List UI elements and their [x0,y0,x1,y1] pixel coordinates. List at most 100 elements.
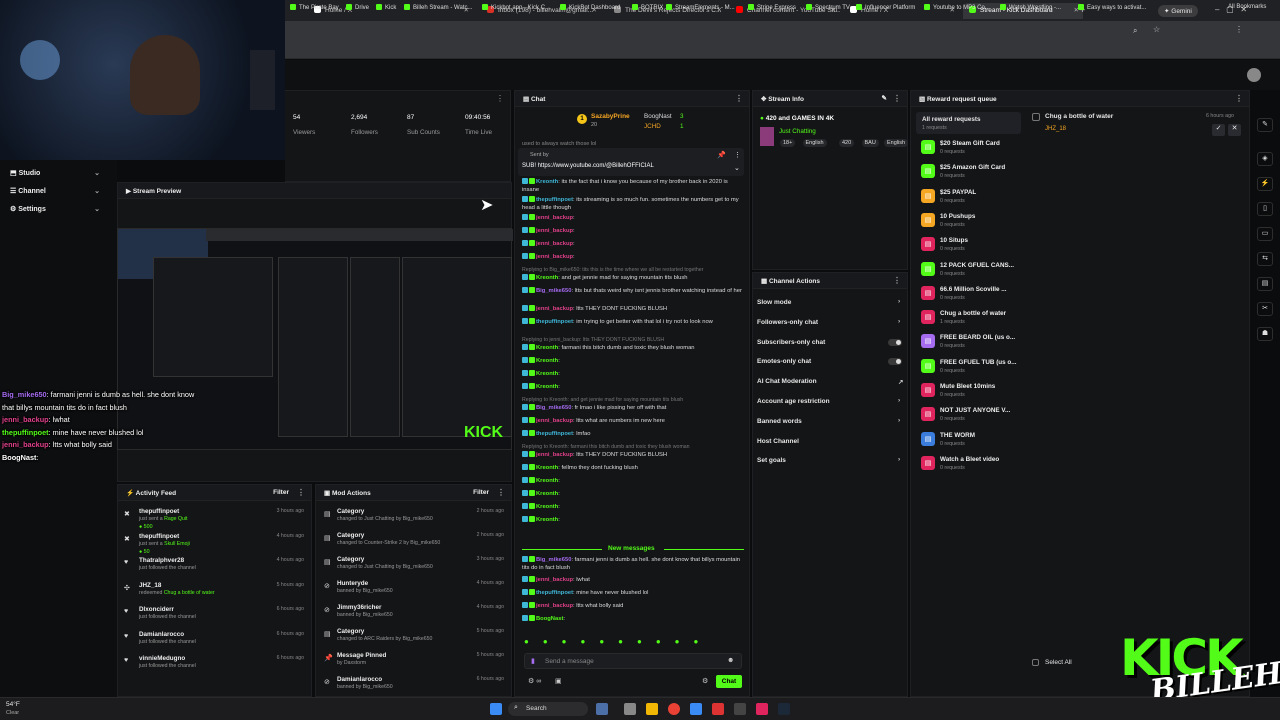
mod-action-item[interactable]: ⊘ Hunteryde banned by Big_mike650 4 hours a… [320,580,510,602]
channel-action-set-goals[interactable]: Set goals › [757,456,905,464]
activity-item[interactable]: ✣ JHZ_18 redeemed Chug a bottle of water 5 … [120,582,310,604]
sidebar-item-channel[interactable]: ☰ Channel ⌄ [10,187,110,195]
request-checkbox[interactable] [1032,113,1040,121]
chat-message[interactable]: Replying to jenni_backup: ltts THEY DONT… [522,336,744,352]
chat-message[interactable]: thepuffinpoet: its streaming is so much … [522,196,744,212]
channel-action-ai-chat-moderation[interactable]: AI Chat Moderation ↗ [757,378,905,386]
more-icon[interactable]: ⋮ [735,94,743,103]
mod-action-item[interactable]: ▤ Category changed to Just Chatting by Big… [320,508,510,530]
mod-action-item[interactable]: ▤ Category changed to Counter-Strike 2 by … [320,532,510,554]
stream-tag[interactable]: English [884,139,909,147]
bookmark-item[interactable]: Influencer Platform [856,4,915,11]
start-icon[interactable] [490,703,502,715]
chat-message[interactable]: jenni_backup: ltts what are numbers im n… [522,417,744,425]
mic-icon[interactable]: ▮ [531,657,535,665]
terminal-icon[interactable] [734,703,746,715]
bookmark-item[interactable]: BOTRIX [632,4,663,11]
bookmark-item[interactable]: StreamElements - M... [666,4,735,11]
chat-settings-icon[interactable]: ⚙ [702,677,708,685]
mod-action-item[interactable]: ▤ Category changed to Just Chatting by Big… [320,556,510,578]
activity-item[interactable]: ♥ Damianlarocco just followed the channel … [120,631,310,653]
menu-icon[interactable]: ⋮ [1235,25,1243,34]
bookmark-item[interactable]: Youtube to MP3 Co... [924,4,990,11]
reward-item[interactable]: ▤ Watch a Bleet video 0 requests [921,455,1021,476]
link-icon[interactable]: ⇆ [1257,252,1273,266]
toggle-switch[interactable] [888,338,902,346]
bookmark-item[interactable]: Easy ways to activat... [1078,4,1146,11]
chat-message[interactable]: Kreonth: its the fact that i know you be… [522,178,744,194]
taskbar-search[interactable]: ⌕ Search [508,702,588,716]
pinned-message[interactable]: Sent by SUB! https://www.youtube.com/@Bi… [518,148,744,176]
clip-icon[interactable]: ▯ [1257,202,1273,216]
chat-message[interactable]: Kreonth: [522,477,744,485]
chat-message[interactable]: jenni_backup: [522,253,744,261]
app-icon[interactable] [690,703,702,715]
chat-message[interactable]: thepuffinpoet: im trying to get better w… [522,318,744,326]
all-rewards-filter[interactable]: All reward requests 1 requests [916,112,1021,134]
mod-action-item[interactable]: ▤ Category changed to ARC Raiders by Big_m… [320,628,510,650]
gemini-button[interactable]: ✦ Gemini [1158,5,1198,17]
bookmark-item[interactable]: Stripe Express [748,4,796,11]
chat-icon[interactable]: ▭ [1257,227,1273,241]
approve-icon[interactable]: ✓ [1212,124,1225,136]
chat-message[interactable]: Kreonth: [522,370,744,378]
reward-item[interactable]: ▤ $25 PAYPAL 0 requests [921,188,1021,209]
chat-message[interactable]: jenni_backup: ltts THEY DONT FUCKING BLU… [522,305,744,313]
chat-input[interactable]: ▮ Send a message ☻ [524,653,742,669]
channel-action-banned-words[interactable]: Banned words › [757,417,905,425]
activity-item[interactable]: ✖ thepuffinpoet just sent a Rage Quit ● 500… [120,508,310,530]
bolt-icon[interactable]: ⚡ [1257,177,1273,191]
more-icon[interactable]: ⋮ [893,276,901,285]
reward-item[interactable]: ▤ 66.6 Million Scoville ... 0 requests [921,285,1021,306]
widgets-icon[interactable] [596,703,608,715]
chat-message[interactable]: Kreonth: fellmo they dont fucking blush [522,464,744,472]
reward-item[interactable]: ▤ NOT JUST ANYONE V... 0 requests [921,407,1021,427]
mod-icon[interactable]: ◈ [1257,152,1273,166]
activity-item[interactable]: ♥ Dlxonciderr just followed the channel 6 … [120,606,310,628]
chat-message[interactable]: Kreonth: [522,516,744,524]
steam-icon[interactable] [778,703,790,715]
weather-temp[interactable]: 54°F [6,701,20,708]
search-icon[interactable]: ⌕ [1133,26,1137,36]
chat-message[interactable]: Kreonth: [522,490,744,498]
channel-action-slow-mode[interactable]: Slow mode › [757,298,905,306]
app-icon-3[interactable] [756,703,768,715]
reject-icon[interactable]: ✕ [1228,124,1241,136]
reward-item[interactable]: ▤ 10 Situps 0 requests [921,237,1021,257]
explorer-icon[interactable] [646,703,658,715]
pending-request[interactable]: Chug a bottle of water JHZ_18 6 hours ag… [1024,108,1250,140]
stream-tag[interactable]: English [802,139,827,147]
bookmark-item[interactable]: Billeh Stream - Watc... [404,4,472,11]
activity-item[interactable]: ✖ thepuffinpoet just sent a Skull Emoji ● 5… [120,533,310,555]
chat-message[interactable]: thepuffinpoet: mine have never blushed l… [522,589,744,597]
stream-preview-video[interactable]: KICK [117,228,513,450]
reward-item[interactable]: ▤ FREE GFUEL TUB (us o... 0 requests [921,358,1021,379]
chat-message[interactable]: Kreonth: [522,503,744,511]
reward-item[interactable]: ▤ FREE BEARD OIL (us o... 0 requests [921,334,1021,354]
star-icon[interactable]: ☆ [1153,25,1160,34]
bookmark-item[interactable]: Watch Wrestling -... [1000,4,1061,11]
chat-message[interactable]: jenni_backup: ltts what bolly said [522,602,744,610]
emoji-icon[interactable]: ☻ [727,657,734,664]
chat-message[interactable]: jenni_backup: [522,214,744,222]
chat-send-button[interactable]: Chat [716,675,742,688]
reward-item[interactable]: ▤ THE WORM 0 requests [921,431,1021,452]
chevron-down-icon[interactable]: ⌄ [734,164,740,172]
stream-category[interactable]: Just Chatting [779,128,816,135]
reward-item[interactable]: ▤ Mute Bleet 10mins 0 requests [921,383,1021,403]
more-icon[interactable]: ⋮ [893,94,901,103]
channel-action-subscribers-only-chat[interactable]: Subscribers-only chat [757,338,905,346]
chat-message[interactable]: thepuffinpoet: lmfao [522,430,744,438]
bookmark-item[interactable]: Spectrum TV [806,4,850,11]
sidebar-item-studio[interactable]: ⬒ Studio ⌄ [10,169,110,177]
mod-filter-button[interactable]: Filter [473,489,489,496]
stream-tag[interactable]: 420 [839,139,855,147]
app-icon-2[interactable] [712,703,724,715]
activity-item[interactable]: ♥ vinnieMedugno just followed the channel … [120,655,310,677]
edit-icon[interactable]: ✎ [1257,118,1273,132]
chat-message[interactable]: jenni_backup: [522,240,744,248]
activity-filter-button[interactable]: Filter [273,489,289,496]
more-icon[interactable]: ⋮ [297,488,305,497]
chat-message[interactable]: Replying to Big_mike650: tits this is th… [522,266,744,282]
folder-icon[interactable]: ▤ [1257,277,1273,291]
